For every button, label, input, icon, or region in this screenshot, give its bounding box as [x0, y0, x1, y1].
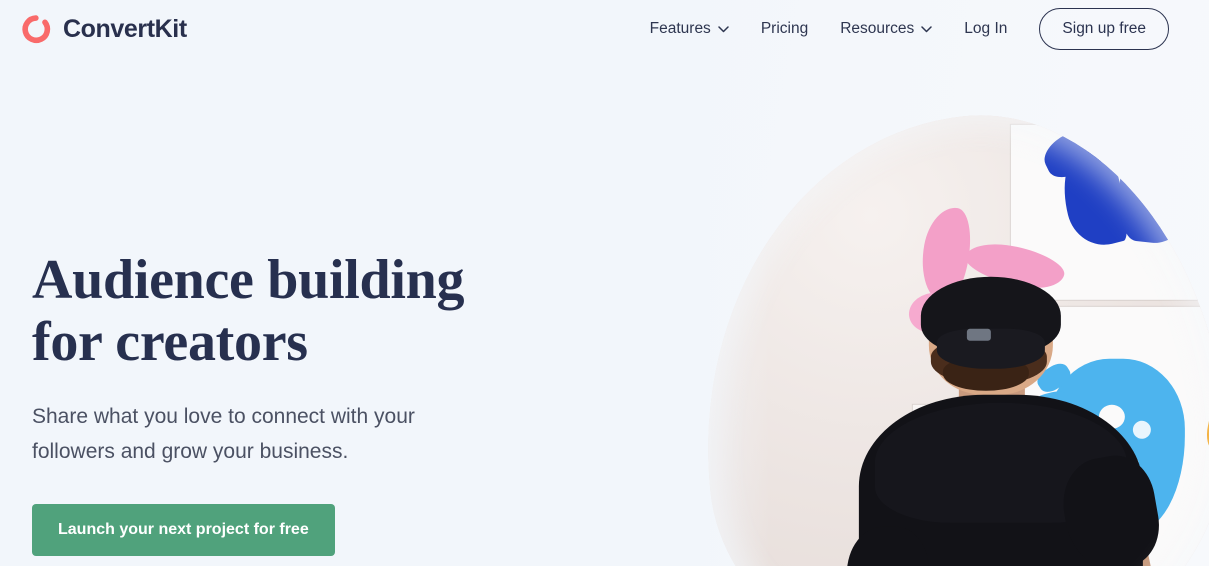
page-root: ConvertKit Features Pricing Resources Lo… — [0, 0, 1209, 566]
nav-item-label: Resources — [840, 20, 915, 37]
nav-item-pricing[interactable]: Pricing — [745, 20, 824, 38]
chevron-down-icon — [921, 25, 933, 32]
hero-image-blob-mask — [674, 92, 1209, 566]
chevron-down-icon — [718, 25, 729, 32]
hero-subheading-line-2: followers and grow your business. — [32, 440, 349, 464]
brand-logo[interactable]: ConvertKit — [20, 13, 187, 45]
hero-subheading: Share what you love to connect with your… — [32, 399, 482, 470]
nav-item-resources[interactable]: Resources — [824, 20, 948, 38]
nav-item-log-in[interactable]: Log In — [948, 20, 1023, 38]
nav-item-label: Log In — [964, 20, 1008, 37]
nav-item-features[interactable]: Features — [634, 20, 745, 38]
hero-photograph — [674, 92, 1209, 566]
hero-heading-line-1: Audience building — [32, 249, 465, 311]
hero-image — [620, 0, 1209, 566]
sign-up-free-button[interactable]: Sign up free — [1039, 8, 1169, 50]
hero-subheading-line-1: Share what you love to connect with your — [32, 405, 415, 429]
hero-heading-line-2: for creators — [32, 310, 308, 373]
hero-heading: Audience building for creators — [32, 249, 592, 373]
person-cap-clip — [966, 328, 991, 341]
hero-copy: Audience building for creators Share wha… — [32, 249, 592, 556]
nav-item-label: Pricing — [760, 20, 809, 37]
convertkit-ring-logo-icon — [22, 15, 51, 44]
nav-item-label: Features — [649, 20, 711, 37]
main-navigation: Features Pricing Resources Log In Sign u… — [634, 8, 1169, 50]
launch-project-cta-button[interactable]: Launch your next project for free — [32, 503, 335, 556]
brand-name: ConvertKit — [63, 14, 187, 43]
person-painting — [846, 276, 1167, 566]
site-header: ConvertKit Features Pricing Resources Lo… — [0, 0, 1209, 58]
